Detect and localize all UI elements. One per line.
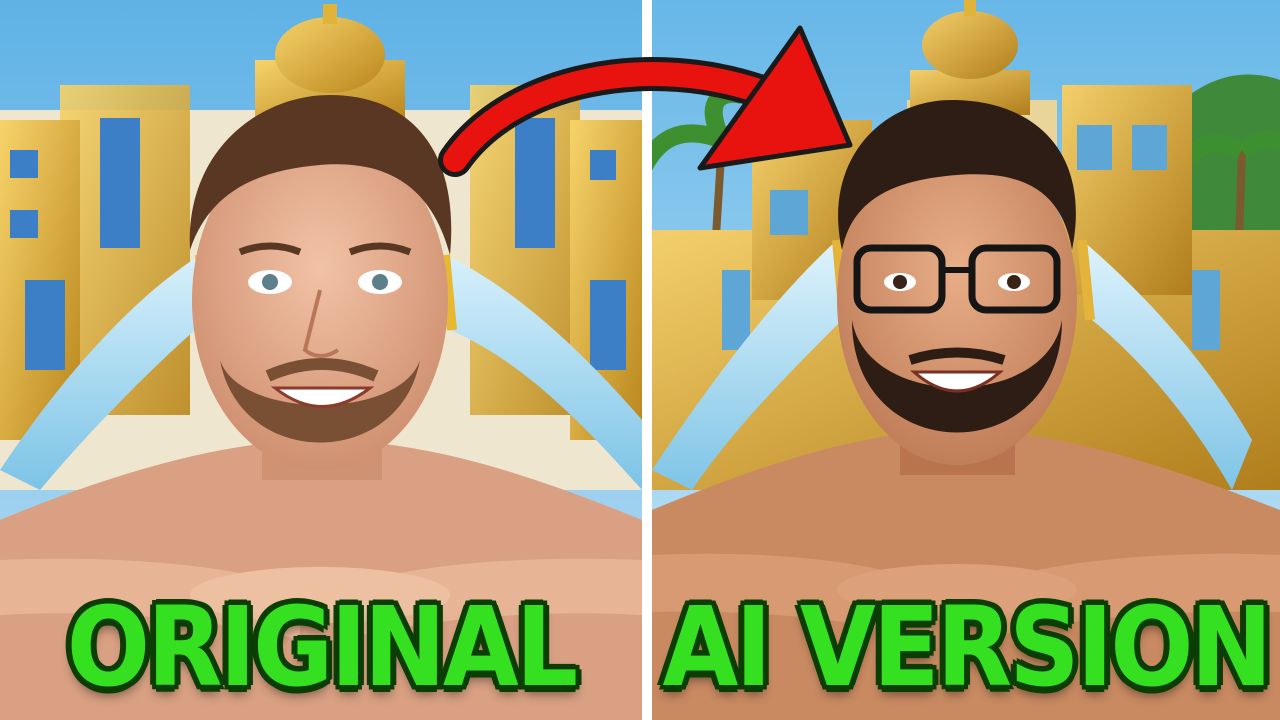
ai-version-caption: AI VERSION [662, 584, 1272, 712]
original-caption: ORIGINAL [66, 584, 578, 712]
original-panel: ORIGINAL [0, 0, 642, 720]
panel-divider [642, 0, 652, 720]
ai-version-panel: AI VERSION [652, 0, 1280, 720]
